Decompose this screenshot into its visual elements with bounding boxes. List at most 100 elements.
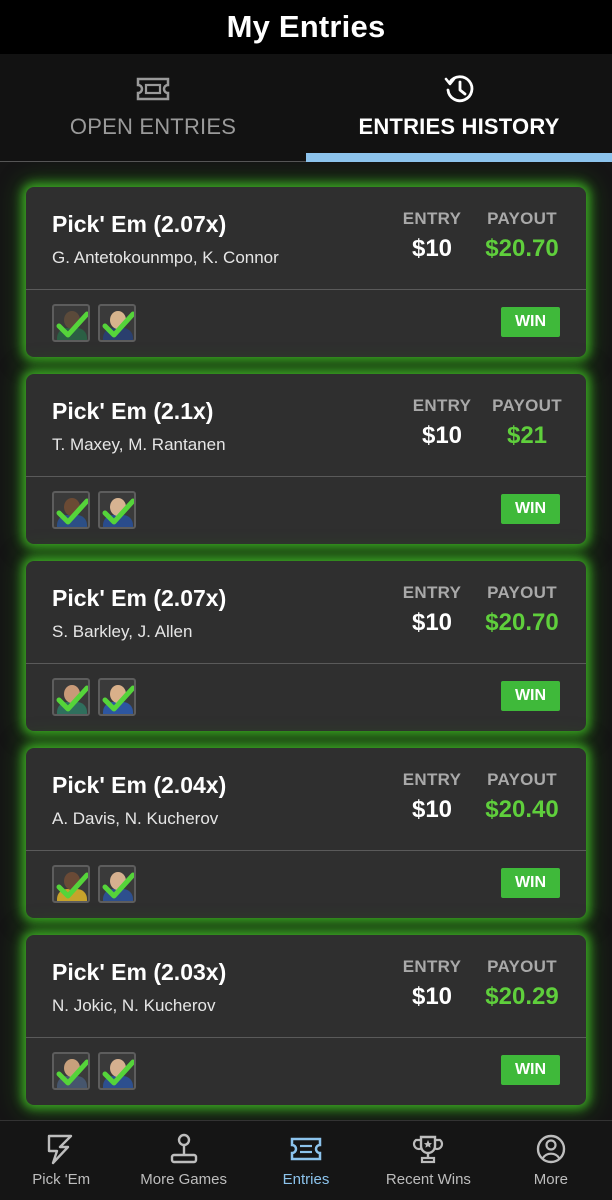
history-icon: [443, 72, 475, 106]
player-thumbnail: [98, 865, 136, 903]
tab-entries-history-label: ENTRIES HISTORY: [358, 114, 560, 139]
nav-recent-wins[interactable]: Recent Wins: [367, 1121, 489, 1200]
bottom-nav: Pick 'Em More Games Entries Recent Wins …: [0, 1120, 612, 1200]
entry-title: Pick' Em (2.04x): [52, 772, 227, 798]
payout-label: PAYOUT: [487, 770, 557, 789]
player-thumbnail: [98, 678, 136, 716]
entry-players: A. Davis, N. Kucherov: [52, 809, 219, 828]
nav-entries[interactable]: Entries: [245, 1121, 367, 1200]
player-thumbnails: [52, 678, 136, 716]
entry-amount-block: ENTRY $10: [402, 957, 462, 1011]
payout-block: PAYOUT $21: [482, 396, 572, 450]
entry-card[interactable]: Pick' Em (2.04x) A. Davis, N. Kucherov ENT…: [26, 748, 586, 918]
nav-recent-wins-label: Recent Wins: [385, 1171, 471, 1188]
payout-label: PAYOUT: [487, 583, 557, 602]
entry-players: S. Barkley, J. Allen: [52, 622, 193, 641]
card-divider: [26, 1037, 586, 1038]
card-divider: [26, 663, 586, 664]
player-thumbnail: [52, 865, 90, 903]
app-header: My Entries: [0, 0, 612, 54]
nav-pick-em-label: Pick 'Em: [32, 1171, 91, 1188]
tab-entries-history[interactable]: ENTRIES HISTORY: [306, 54, 612, 162]
entry-players: N. Jokic, N. Kucherov: [52, 996, 216, 1015]
entry-label: ENTRY: [402, 957, 462, 976]
entry-amount: $10: [411, 983, 453, 1010]
entry-card[interactable]: Pick' Em (2.07x) S. Barkley, J. Allen ENTR…: [26, 561, 586, 731]
payout-block: PAYOUT $20.29: [477, 957, 567, 1011]
win-badge: WIN: [501, 868, 560, 898]
entries-tabs: OPEN ENTRIES ENTRIES HISTORY: [0, 54, 612, 162]
entry-amount-block: ENTRY $10: [412, 396, 472, 450]
entry-label: ENTRY: [402, 770, 462, 789]
nav-more-games-label: More Games: [140, 1171, 227, 1188]
check-icon: [102, 872, 134, 899]
check-icon: [56, 498, 88, 525]
entry-card[interactable]: Pick' Em (2.07x) G. Antetokounmpo, K. Con…: [26, 187, 586, 357]
payout-block: PAYOUT $20.70: [477, 583, 567, 637]
payout-amount: $20.29: [485, 983, 559, 1010]
ticket-icon: [135, 72, 171, 106]
player-thumbnail: [52, 491, 90, 529]
check-icon: [102, 311, 134, 338]
payout-block: PAYOUT $20.70: [477, 209, 567, 263]
entry-amount-block: ENTRY $10: [402, 583, 462, 637]
payout-amount: $21: [506, 422, 548, 449]
tab-open-entries[interactable]: OPEN ENTRIES: [0, 54, 306, 161]
entry-players: T. Maxey, M. Rantanen: [52, 435, 226, 454]
lightning-icon: [46, 1133, 76, 1165]
entry-amount: $10: [411, 796, 453, 823]
entry-label: ENTRY: [412, 396, 472, 415]
check-icon: [56, 1059, 88, 1086]
win-badge: WIN: [501, 1055, 560, 1085]
check-icon: [56, 872, 88, 899]
card-divider: [26, 289, 586, 290]
player-thumbnail: [98, 304, 136, 342]
player-thumbnails: [52, 1052, 136, 1090]
user-icon: [535, 1133, 567, 1165]
card-divider: [26, 476, 586, 477]
entry-title: Pick' Em (2.1x): [52, 398, 214, 424]
player-thumbnail: [52, 304, 90, 342]
entry-players: G. Antetokounmpo, K. Connor: [52, 248, 279, 267]
nav-more-label: More: [533, 1171, 568, 1188]
payout-amount: $20.70: [485, 609, 559, 636]
entry-label: ENTRY: [402, 209, 462, 228]
player-thumbnails: [52, 304, 136, 342]
nav-more-games[interactable]: More Games: [122, 1121, 244, 1200]
player-thumbnails: [52, 491, 136, 529]
nav-pick-em[interactable]: Pick 'Em: [0, 1121, 122, 1200]
page-title: My Entries: [226, 9, 386, 44]
win-badge: WIN: [501, 307, 560, 337]
win-badge: WIN: [501, 494, 560, 524]
player-thumbnails: [52, 865, 136, 903]
entry-amount: $10: [421, 422, 463, 449]
player-thumbnail: [98, 491, 136, 529]
card-divider: [26, 850, 586, 851]
player-thumbnail: [52, 1052, 90, 1090]
ticket-icon: [289, 1133, 323, 1165]
joystick-icon: [169, 1133, 199, 1165]
nav-entries-label: Entries: [282, 1171, 330, 1188]
payout-label: PAYOUT: [487, 957, 557, 976]
entry-title: Pick' Em (2.07x): [52, 211, 227, 237]
payout-amount: $20.70: [485, 235, 559, 262]
entry-card[interactable]: Pick' Em (2.1x) T. Maxey, M. Rantanen ENTR…: [26, 374, 586, 544]
nav-more[interactable]: More: [490, 1121, 612, 1200]
check-icon: [102, 1059, 134, 1086]
player-thumbnail: [98, 1052, 136, 1090]
entry-title: Pick' Em (2.03x): [52, 959, 227, 985]
check-icon: [102, 685, 134, 712]
entry-amount-block: ENTRY $10: [402, 770, 462, 824]
entries-list: Pick' Em (2.07x) G. Antetokounmpo, K. Con…: [0, 162, 612, 1120]
win-badge: WIN: [501, 681, 560, 711]
player-thumbnail: [52, 678, 90, 716]
trophy-icon: [412, 1133, 444, 1165]
check-icon: [56, 311, 88, 338]
entry-title: Pick' Em (2.07x): [52, 585, 227, 611]
payout-label: PAYOUT: [492, 396, 562, 415]
payout-amount: $20.40: [485, 796, 559, 823]
tab-open-entries-label: OPEN ENTRIES: [69, 114, 237, 139]
entry-amount-block: ENTRY $10: [402, 209, 462, 263]
payout-block: PAYOUT $20.40: [477, 770, 567, 824]
entry-card[interactable]: Pick' Em (2.03x) N. Jokic, N. Kucherov ENT…: [26, 935, 586, 1105]
